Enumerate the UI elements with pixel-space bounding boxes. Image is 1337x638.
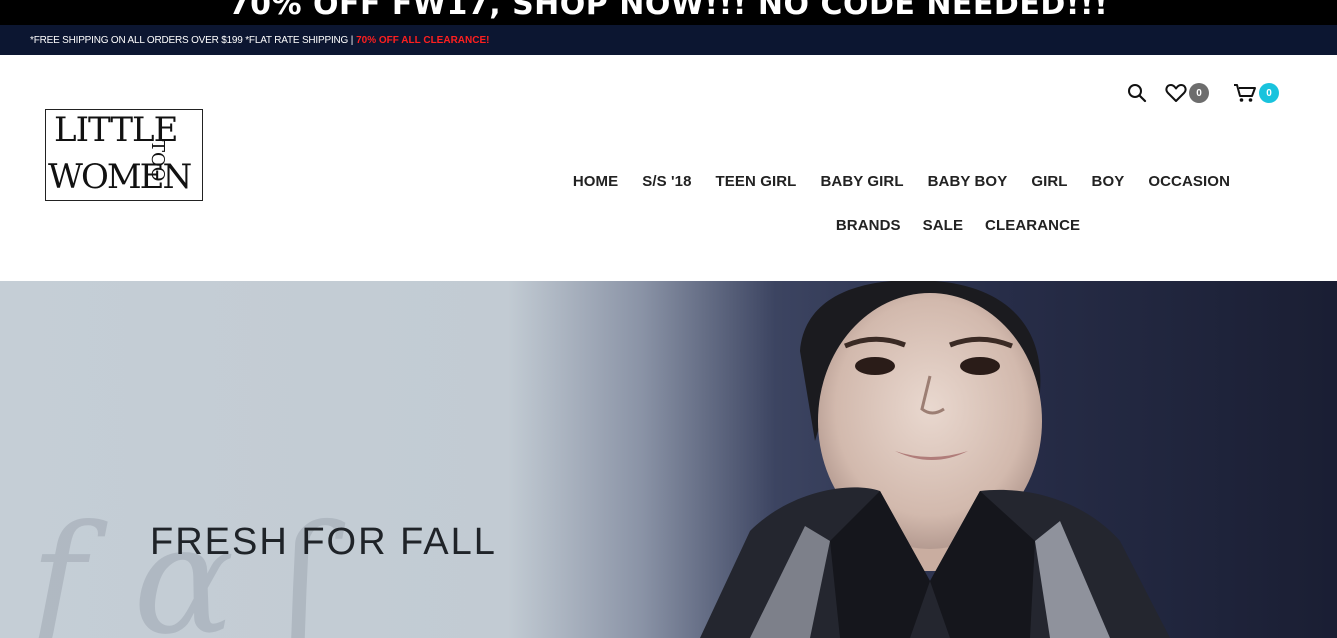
- nav-item-boy[interactable]: BOY: [1092, 173, 1125, 190]
- logo-side-text: TOO: [147, 140, 168, 182]
- logo-line-2: WOMEN: [48, 157, 192, 197]
- main-nav: HOME S/S '18 TEEN GIRL BABY GIRL BABY BO…: [562, 173, 1242, 234]
- nav-item-occasion[interactable]: OCCASION: [1148, 173, 1230, 190]
- nav-item-girl[interactable]: GIRL: [1031, 173, 1067, 190]
- nav-item-teen-girl[interactable]: TEEN GIRL: [716, 173, 797, 190]
- main-nav-row-2: BRANDS SALE CLEARANCE: [562, 217, 1242, 234]
- nav-item-sale[interactable]: SALE: [923, 217, 963, 234]
- heart-icon: [1165, 83, 1187, 103]
- cart-button[interactable]: 0: [1233, 83, 1279, 103]
- promo-bar[interactable]: 70% OFF FW17, SHOP NOW!!! NO CODE NEEDED…: [0, 0, 1337, 25]
- main-nav-row-1: HOME S/S '18 TEEN GIRL BABY GIRL BABY BO…: [562, 173, 1242, 190]
- shipping-text: *FREE SHIPPING ON ALL ORDERS OVER $199 *…: [30, 34, 354, 46]
- search-button[interactable]: [1127, 83, 1147, 103]
- search-icon: [1127, 83, 1147, 103]
- nav-item-brands[interactable]: BRANDS: [836, 217, 901, 234]
- wishlist-count-badge: 0: [1189, 83, 1209, 103]
- site-logo[interactable]: LITTLE WOMEN TOO: [45, 109, 203, 201]
- promo-text[interactable]: 70% OFF FW17, SHOP NOW!!! NO CODE NEEDED…: [0, 0, 1337, 22]
- site-header: LITTLE WOMEN TOO 0 0 HOME S/S '18 TEEN G…: [0, 55, 1337, 281]
- clearance-promo-link[interactable]: 70% OFF ALL CLEARANCE!: [356, 35, 489, 46]
- nav-item-home[interactable]: HOME: [573, 173, 618, 190]
- hero-headline: FRESH FOR FALL: [150, 521, 497, 563]
- header-icons: 0 0: [1127, 83, 1279, 103]
- nav-item-clearance[interactable]: CLEARANCE: [985, 217, 1080, 234]
- cart-icon: [1233, 83, 1257, 103]
- shipping-bar: *FREE SHIPPING ON ALL ORDERS OVER $199 *…: [0, 25, 1337, 55]
- hero-model-photo: [700, 281, 1170, 638]
- nav-item-ss18[interactable]: S/S '18: [642, 173, 691, 190]
- nav-item-baby-girl[interactable]: BABY GIRL: [820, 173, 903, 190]
- nav-item-baby-boy[interactable]: BABY BOY: [928, 173, 1008, 190]
- hero-banner[interactable]: ƒ ɑ ʃ FRESH FOR FALL: [0, 281, 1337, 638]
- cart-count-badge: 0: [1259, 83, 1279, 103]
- wishlist-button[interactable]: 0: [1165, 83, 1209, 103]
